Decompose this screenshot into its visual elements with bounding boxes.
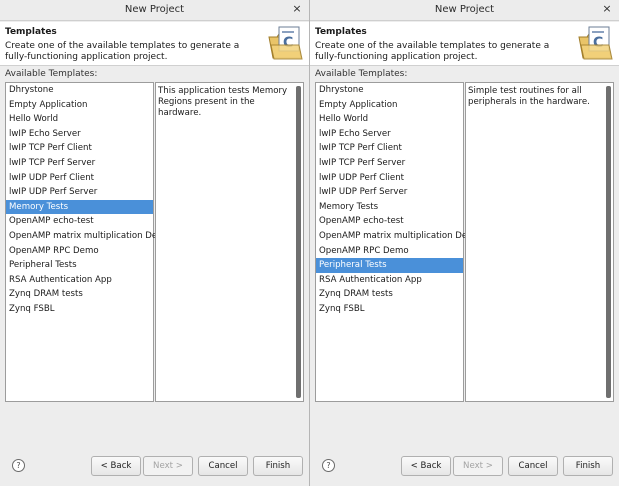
finish-button[interactable]: Finish xyxy=(563,456,613,476)
template-list-item[interactable]: Zynq FSBL xyxy=(6,302,153,317)
header-title: Templates xyxy=(315,27,367,37)
template-list-item[interactable]: lwIP UDP Perf Server xyxy=(6,185,153,200)
new-project-dialog-2: New Project × Templates Create one of th… xyxy=(310,0,619,486)
template-list-item[interactable]: lwIP UDP Perf Server xyxy=(316,185,463,200)
template-list-item[interactable]: Empty Application xyxy=(316,98,463,113)
available-templates-label: Available Templates: xyxy=(315,69,408,79)
template-list-item[interactable]: Memory Tests xyxy=(6,199,153,215)
finish-button[interactable]: Finish xyxy=(253,456,303,476)
new-application-project-icon: C xyxy=(268,26,303,60)
template-list-item[interactable]: OpenAMP matrix multiplication Demo xyxy=(6,229,171,244)
template-list-item[interactable]: lwIP TCP Perf Client xyxy=(6,141,153,156)
template-list-item[interactable]: lwIP TCP Perf Server xyxy=(316,156,463,171)
template-list-item[interactable]: Peripheral Tests xyxy=(316,258,463,273)
template-list-item[interactable]: Hello World xyxy=(6,112,153,127)
template-list-item[interactable]: OpenAMP echo-test xyxy=(6,214,153,229)
template-list-item[interactable]: Empty Application xyxy=(6,98,153,113)
cancel-button[interactable]: Cancel xyxy=(508,456,558,476)
wizard-header: Templates Create one of the available te… xyxy=(310,22,619,66)
template-description: Simple test routines for all peripherals… xyxy=(468,86,590,107)
header-description: Create one of the available templates to… xyxy=(5,41,240,62)
template-list-item[interactable]: lwIP TCP Perf Client xyxy=(316,141,463,156)
template-list-item[interactable]: lwIP UDP Perf Client xyxy=(6,171,153,186)
description-scrollbar[interactable] xyxy=(606,86,611,398)
template-list-item[interactable]: OpenAMP RPC Demo xyxy=(6,244,153,259)
template-list-item[interactable]: lwIP Echo Server xyxy=(6,127,153,142)
template-description: This application tests Memory Regions pr… xyxy=(158,86,288,118)
available-templates-label: Available Templates: xyxy=(5,69,98,79)
next-button[interactable]: Next > xyxy=(453,456,503,476)
back-button[interactable]: < Back xyxy=(401,456,451,476)
help-icon[interactable]: ? xyxy=(322,459,335,472)
close-icon[interactable]: × xyxy=(291,3,303,15)
help-icon[interactable]: ? xyxy=(12,459,25,472)
template-list-item[interactable]: OpenAMP RPC Demo xyxy=(316,244,463,259)
template-description-box: Simple test routines for all peripherals… xyxy=(465,82,614,402)
template-list-item[interactable]: lwIP UDP Perf Client xyxy=(316,171,463,186)
template-list-item[interactable]: Zynq DRAM tests xyxy=(6,287,153,302)
template-list-item[interactable]: Dhrystone xyxy=(316,83,463,98)
template-list-item[interactable]: Memory Tests xyxy=(316,200,463,215)
template-description-box: This application tests Memory Regions pr… xyxy=(155,82,304,402)
wizard-header: Templates Create one of the available te… xyxy=(0,22,309,66)
template-list-item[interactable]: RSA Authentication App xyxy=(6,273,153,288)
template-list-item[interactable]: Hello World xyxy=(316,112,463,127)
new-project-dialog-1: New Project × Templates Create one of th… xyxy=(0,0,309,486)
template-list-item[interactable]: OpenAMP echo-test xyxy=(316,214,463,229)
header-title: Templates xyxy=(5,27,57,37)
templates-list[interactable]: Dhrystone Empty Application Hello World lwI… xyxy=(315,82,481,402)
templates-list[interactable]: Dhrystone Empty Application Hello World lwI… xyxy=(5,82,171,402)
title-bar: New Project × xyxy=(0,0,309,21)
close-icon[interactable]: × xyxy=(601,3,613,15)
template-list-item[interactable]: Dhrystone xyxy=(6,83,153,98)
template-list-item[interactable]: Peripheral Tests xyxy=(6,258,153,273)
template-list-item[interactable]: Zynq FSBL xyxy=(316,302,463,317)
dialog-title: New Project xyxy=(434,4,495,15)
template-list-item[interactable]: lwIP Echo Server xyxy=(316,127,463,142)
back-button[interactable]: < Back xyxy=(91,456,141,476)
cancel-button[interactable]: Cancel xyxy=(198,456,248,476)
template-list-item[interactable]: RSA Authentication App xyxy=(316,273,463,288)
template-list-item[interactable]: OpenAMP matrix multiplication Demo xyxy=(316,229,481,244)
dialog-title: New Project xyxy=(124,4,185,15)
template-list-item[interactable]: Zynq DRAM tests xyxy=(316,287,463,302)
template-list-item[interactable]: lwIP TCP Perf Server xyxy=(6,156,153,171)
next-button[interactable]: Next > xyxy=(143,456,193,476)
title-bar: New Project × xyxy=(310,0,619,21)
description-scrollbar[interactable] xyxy=(296,86,301,398)
header-description: Create one of the available templates to… xyxy=(315,41,550,62)
new-application-project-icon: C xyxy=(578,26,613,60)
